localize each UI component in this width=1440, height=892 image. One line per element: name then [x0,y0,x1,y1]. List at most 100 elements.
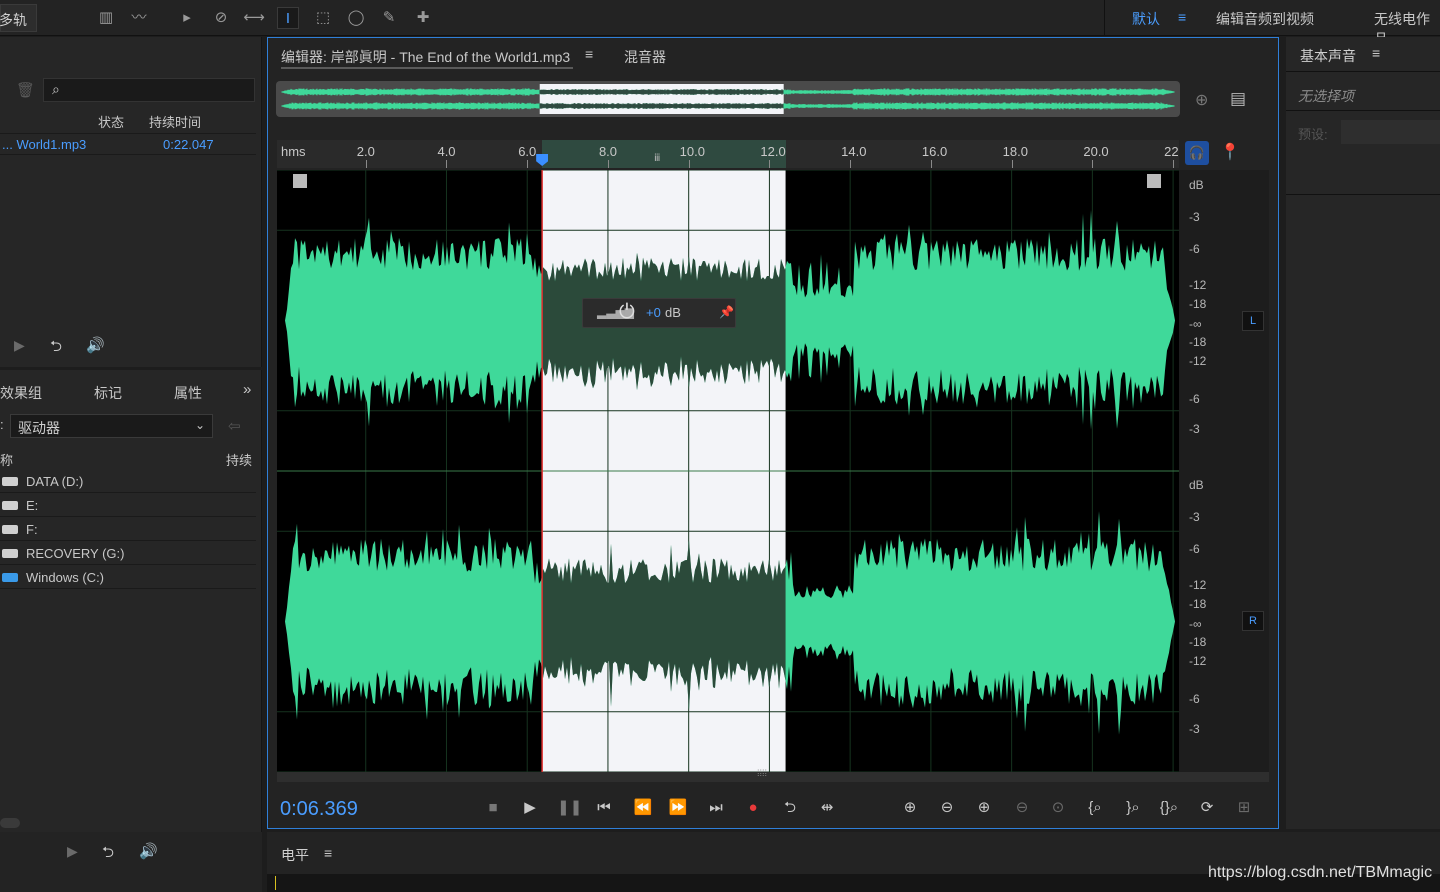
rewind-icon[interactable]: ⏪ [632,797,654,819]
db-label: -3 [1189,422,1200,436]
overview-bar[interactable] [276,81,1180,117]
lasso-tool-icon[interactable]: ◯ [345,7,367,29]
col-duration-short[interactable]: 持续 [226,450,252,469]
slip-tool-icon[interactable]: ⟷ [243,7,265,29]
skip-back-icon[interactable]: ⏮ [593,797,615,819]
play-icon[interactable]: ▶ [67,843,78,860]
tab-properties[interactable]: 属性 [174,383,202,403]
zoom-in-left-icon[interactable]: {⌕ [1083,797,1107,819]
drive-item[interactable]: E: [0,494,256,517]
drive-item[interactable]: DATA (D:) [0,470,256,493]
tab-mixer[interactable]: 混音器 [624,47,666,67]
tab-markers[interactable]: 标记 [94,383,122,403]
volume-knob-icon[interactable]: ⏻ [619,301,635,324]
play-button[interactable]: ▶ [519,797,541,819]
trash-icon[interactable]: 🗑 [16,81,35,99]
timecode: 0:06.369 [280,798,358,820]
workspace-menu-icon[interactable]: ≡ [1178,9,1186,25]
tab-underline [281,67,573,69]
tab-editor[interactable]: 编辑器: 岸部眞明 - The End of the World1.mp3 [281,47,570,67]
col-duration[interactable]: 持续时间 [149,112,201,131]
zoom-out-full-icon[interactable]: ⊙ [1046,797,1070,819]
spot-healing-tool-icon[interactable]: ✚ [412,7,434,29]
zoom-to-selection-icon[interactable]: ⊕ [1195,90,1208,110]
drive-item[interactable]: Windows (C:) [0,566,256,589]
tab-menu-icon[interactable]: ≡ [585,46,593,62]
panel-overflow-icon[interactable]: » [243,381,251,398]
ruler-scroll-icon[interactable]: ⅲ [654,153,660,164]
hud-pin-icon[interactable]: 📌 [719,305,734,319]
hud-value[interactable]: +0 [646,305,661,320]
zoom-selection-icon[interactable]: {}⌕ [1157,797,1181,819]
channel-left-badge[interactable]: L [1242,311,1264,331]
levels-menu-icon[interactable]: ≡ [324,845,332,861]
move-tool-icon[interactable]: ▸ [176,7,198,29]
ruler-tick [1092,160,1094,168]
levels-panel: 电平 ≡ https://blog.csdn.net/TBMmagic [267,832,1440,892]
drive-icon [2,549,18,558]
marquee-tool-icon[interactable]: ⬚ [312,7,334,29]
watermark: https://blog.csdn.net/TBMmagic [1208,864,1433,881]
spectral-toggle-icon[interactable]: ▤ [1230,89,1246,109]
zoom-in-right-icon[interactable]: }⌕ [1121,797,1145,819]
multitrack-button[interactable]: 多轨 [0,4,37,32]
skip-forward-icon[interactable]: ⏭ [705,797,727,819]
time-selection-tool-icon[interactable]: I [277,7,299,29]
ruler-tick [607,160,609,168]
play-icon[interactable]: ▶ [14,337,25,354]
panel-menu-icon[interactable]: ≡ [1372,45,1380,61]
spectral-pitch-icon[interactable]: 〰 [128,7,150,29]
fade-in-handle-icon[interactable] [293,174,307,188]
waveform-display[interactable]: ▂▃▅▆ ⏻ +0 dB 📌 [277,170,1179,772]
spectral-frequency-icon[interactable]: ▥ [95,7,117,29]
drive-dropdown[interactable]: 驱动器 ⌄ [10,414,213,438]
horizontal-scrollbar[interactable] [0,818,20,828]
autoplay-icon[interactable]: 🔊 [139,842,158,860]
pause-button[interactable]: ❚❚ [557,797,582,819]
scrollbar-grip-icon[interactable]: ⁞⁞⁞⁞ [757,768,767,778]
stop-button[interactable]: ■ [482,797,504,819]
ruler-tick [527,160,529,168]
skip-selection-icon[interactable]: ⇹ [816,797,838,819]
loop-icon[interactable]: ⮌ [50,336,62,361]
channel-right-badge[interactable]: R [1242,611,1264,631]
ruler-tick-label: 14.0 [841,144,867,159]
tab-effects[interactable]: 效果组 [0,383,42,403]
loop-playback-icon[interactable]: ⮌ [779,797,801,819]
workspace-edit-video[interactable]: 编辑音频到视频 [1216,9,1314,29]
zoom-out-amplitude-icon[interactable]: ⊖ [935,797,959,819]
col-name[interactable]: 称 [0,450,13,469]
drive-label: E: [26,498,39,513]
marker-pin-icon[interactable]: 📍 [1220,142,1240,162]
overview-viewport[interactable] [539,84,784,114]
zoom-reset-icon[interactable]: ⟳ [1195,797,1219,819]
file-row[interactable]: ... World1.mp3 0:22.047 [0,133,256,155]
zoom-in-amplitude-icon[interactable]: ⊕ [898,797,922,819]
brush-tool-icon[interactable]: ✎ [378,7,400,29]
razor-tool-icon[interactable]: ⊘ [210,7,232,29]
col-status[interactable]: 状态 [98,112,124,131]
record-button[interactable]: ● [742,797,764,819]
fade-out-handle-icon[interactable] [1147,174,1161,188]
ruler-unit: hms [281,144,306,159]
loop-icon[interactable]: ⮌ [102,842,114,867]
search-input[interactable]: ⌕ [43,78,255,102]
fast-forward-icon[interactable]: ⏩ [667,797,689,819]
drive-dropdown-value: 驱动器 [18,420,60,436]
time-ruler[interactable]: hms 2.0 4.0 6.0 8.0 10.0 12.0 14.0 16.0 18.0 20.0… [277,140,1179,168]
ruler-tick-label: 4.0 [437,144,456,159]
workspace-default[interactable]: 默认 [1132,9,1160,29]
zoom-in-time-icon[interactable]: ⊕ [972,797,996,819]
back-arrow-icon[interactable]: ⇦ [228,417,241,435]
headphones-icon[interactable]: 🎧 [1185,141,1209,165]
drive-item[interactable]: RECOVERY (G:) [0,542,256,565]
zoom-fit-icon[interactable]: ⊞ [1232,797,1256,819]
zoom-out-time-icon[interactable]: ⊖ [1010,797,1034,819]
drive-label: DATA (D:) [26,474,84,489]
drive-item[interactable]: F: [0,518,256,541]
waveform-scrollbar[interactable]: ⁞⁞⁞⁞ [277,768,1269,782]
panel-title: 基本声音 [1300,48,1356,64]
hud-volume[interactable]: ▂▃▅▆ ⏻ +0 dB 📌 [582,298,736,328]
autoplay-icon[interactable]: 🔊 [86,336,105,354]
preset-dropdown[interactable] [1341,120,1440,144]
